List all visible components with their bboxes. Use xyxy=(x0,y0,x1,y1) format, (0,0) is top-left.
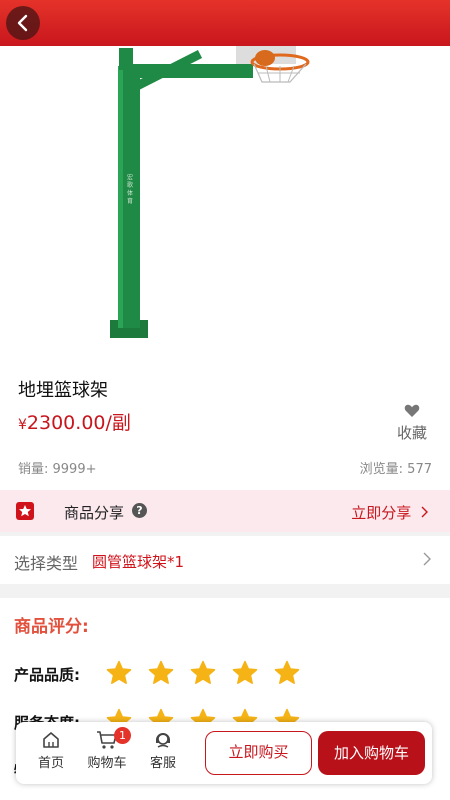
bottom-action-bar: 首页 购物车 1 客服 立即购买 加入购物车 xyxy=(16,722,432,784)
ratings-title: 商品评分: xyxy=(14,617,89,637)
back-button[interactable] xyxy=(6,6,40,40)
cart-badge: 1 xyxy=(114,727,131,744)
top-bar xyxy=(0,0,450,46)
star-icon[interactable] xyxy=(106,660,132,686)
nav-home-label: 首页 xyxy=(37,756,64,771)
share-now-label: 立即分享 xyxy=(351,504,412,522)
favorite-label: 收藏 xyxy=(396,424,427,442)
product-detail-page: 宏 歌 体 育 地埋篮球架 ¥2300.00/副 收藏 销量: 9999+ 浏览… xyxy=(0,0,450,800)
chevron-right-icon xyxy=(421,506,428,518)
sales-count: 销量: 9999+ xyxy=(18,462,97,477)
rating-label: 产品品质: xyxy=(14,666,80,684)
favorite-button[interactable]: 收藏 xyxy=(392,404,432,443)
buy-now-button[interactable]: 立即购买 xyxy=(205,731,312,775)
share-now-button[interactable]: 立即分享 xyxy=(351,502,430,523)
share-label: 商品分享 xyxy=(64,504,125,522)
home-icon xyxy=(26,730,76,752)
rating-row: 产品品质: xyxy=(0,658,450,688)
product-info-card: 地埋篮球架 ¥2300.00/副 收藏 销量: 9999+ 浏览量: 577 xyxy=(0,360,450,490)
basketball-hoop-image: 宏 歌 体 育 xyxy=(110,46,310,338)
star-icon[interactable] xyxy=(232,660,258,686)
product-title: 地埋篮球架 xyxy=(18,380,108,401)
product-image-carousel[interactable]: 宏 歌 体 育 xyxy=(0,46,450,360)
select-type-value: 圆管篮球架*1 xyxy=(92,553,185,571)
nav-service[interactable]: 客服 xyxy=(138,730,188,771)
share-bar[interactable]: 商品分享 ? 立即分享 xyxy=(0,490,450,532)
price-value: 2300.00/副 xyxy=(26,412,131,434)
product-price: ¥2300.00/副 xyxy=(18,408,131,435)
nav-cart-label: 购物车 xyxy=(87,756,127,771)
add-to-cart-button[interactable]: 加入购物车 xyxy=(318,731,425,775)
star-icon[interactable] xyxy=(190,660,216,686)
nav-home[interactable]: 首页 xyxy=(26,730,76,771)
back-icon xyxy=(17,14,28,32)
select-type-row[interactable]: 选择类型 圆管篮球架*1 xyxy=(0,536,450,584)
help-icon[interactable]: ? xyxy=(132,503,147,518)
select-type-label: 选择类型 xyxy=(14,554,79,573)
star-icon[interactable] xyxy=(148,660,174,686)
service-icon xyxy=(138,730,188,752)
svg-text:宏 歌 体 育: 宏 歌 体 育 xyxy=(126,173,133,205)
star-icon[interactable] xyxy=(274,660,300,686)
share-star-icon xyxy=(16,502,34,520)
heart-icon xyxy=(392,404,432,422)
view-count: 浏览量: 577 xyxy=(359,462,432,477)
nav-service-label: 客服 xyxy=(149,756,176,771)
price-currency: ¥ xyxy=(18,417,27,433)
chevron-right-icon xyxy=(423,552,431,566)
